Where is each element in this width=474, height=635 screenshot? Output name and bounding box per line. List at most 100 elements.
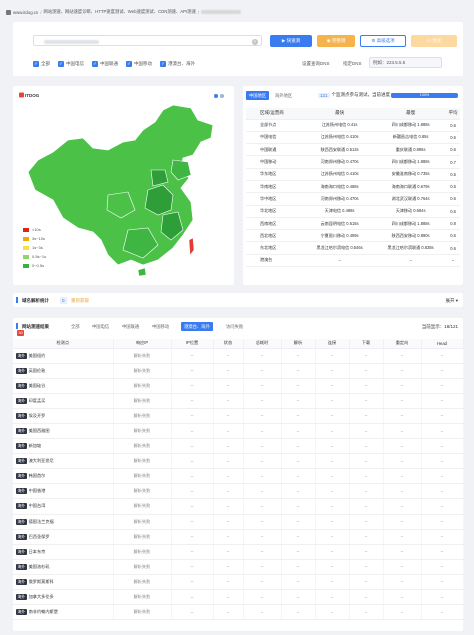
results-tab-mobile[interactable]: 中国移动 bbox=[149, 322, 172, 331]
table-row[interactable]: 海外 中国台湾 解析失败 -- -- -- -- -- -- -- -- bbox=[13, 498, 464, 515]
table-cell: -- bbox=[383, 529, 422, 545]
column-header: 区域/运营商 bbox=[246, 108, 305, 120]
table-row[interactable]: 海外 俄罗斯莫斯科 解析失败 -- -- -- -- -- -- -- -- bbox=[13, 574, 464, 591]
filter-unicom[interactable]: ✓ 中国联通 bbox=[92, 61, 118, 67]
table-row[interactable]: 海外 日本东京 解析失败 -- -- -- -- -- -- -- -- bbox=[13, 544, 464, 560]
node-name: 澳大利亚悉尼 bbox=[28, 458, 54, 464]
tab-china[interactable]: 中国地区 bbox=[246, 91, 270, 100]
node-cell: 海外 印度孟买 bbox=[13, 393, 114, 409]
legend-item: 0~0.5s bbox=[23, 261, 46, 270]
taiwan-region[interactable] bbox=[188, 237, 195, 256]
table-cell: 0.5 bbox=[446, 168, 460, 181]
expand-button[interactable]: 展开 ▾ bbox=[445, 298, 458, 304]
results-tab-telecom[interactable]: 中国电信 bbox=[89, 322, 112, 331]
breadcrumb-home[interactable]: www.itdog.cn bbox=[13, 10, 38, 15]
table-row[interactable]: 海外 新加坡 解析失败 -- -- -- -- -- -- -- -- bbox=[13, 438, 464, 455]
table-row[interactable]: 海外 美国硅谷 解析失败 -- -- -- -- -- -- -- -- bbox=[13, 378, 464, 394]
complete-test-button[interactable]: ◉ 完整测 bbox=[317, 35, 355, 47]
china-speed-map[interactable] bbox=[23, 100, 228, 280]
table-row[interactable]: 海外 加拿大多伦多 解析失败 -- -- -- -- -- -- -- -- bbox=[13, 589, 464, 606]
response-ip-cell: 解析失败 bbox=[113, 514, 172, 530]
legend-item: 1s~3s bbox=[23, 243, 46, 252]
legend-item: 3s~10s bbox=[23, 234, 46, 243]
table-row[interactable]: 海外 英国伦敦 解析失败 -- -- -- -- -- -- -- -- bbox=[13, 363, 464, 379]
tab-overseas[interactable]: 海外地区 bbox=[272, 91, 295, 100]
legend-item: >10s bbox=[23, 225, 46, 234]
map-mode-toggle[interactable] bbox=[212, 94, 224, 98]
table-cell: -- bbox=[349, 468, 384, 485]
node-name: 韩国首尔 bbox=[28, 473, 46, 479]
breadcrumb-current[interactable]: 网站测速、网站速度诊断、HTTP速度测试、Web速度测试、CDN测速、API测速 bbox=[44, 9, 196, 15]
table-cell: -- bbox=[213, 574, 244, 591]
table-row[interactable]: 海外 德国法兰克福 解析失败 -- -- -- -- -- -- -- -- bbox=[13, 514, 464, 530]
filter-all[interactable]: ✓ 全部 bbox=[33, 61, 50, 67]
response-ip-cell: 解析失败 bbox=[113, 363, 172, 379]
table-cell: -- bbox=[315, 408, 350, 424]
response-ip-cell: 解析失败 bbox=[113, 589, 172, 606]
dns-stats-bar[interactable]: 域名解析统计 0 重新获取 展开 ▾ bbox=[13, 293, 463, 307]
node-name: 南非约翰内斯堡 bbox=[28, 609, 58, 615]
clear-icon[interactable]: × bbox=[252, 38, 258, 45]
results-tab-all[interactable]: 全部 bbox=[68, 322, 83, 331]
filter-mobile[interactable]: ✓ 中国移动 bbox=[126, 61, 152, 67]
table-cell: -- bbox=[171, 498, 214, 515]
filter-overseas[interactable]: ✓ 港澳台、海外 bbox=[160, 61, 195, 67]
node-cell: 海外 俄罗斯莫斯科 bbox=[13, 574, 114, 591]
table-cell: -- bbox=[243, 559, 282, 575]
hainan-region[interactable] bbox=[137, 267, 147, 277]
table-cell: -- bbox=[281, 483, 316, 500]
table-cell: -- bbox=[171, 408, 214, 424]
table-row[interactable]: 海外 中国香港 解析失败 -- -- -- -- -- -- -- -- bbox=[13, 483, 464, 500]
table-cell: -- bbox=[315, 363, 350, 379]
results-tab-failed[interactable]: 访问失败 bbox=[223, 322, 246, 331]
column-header: 平均 bbox=[446, 108, 460, 120]
node-name: 中国台湾 bbox=[28, 503, 46, 509]
table-cell: 中国电信 bbox=[246, 131, 305, 145]
table-row[interactable]: 海外 埃及开罗 解析失败 -- -- -- -- -- -- -- -- bbox=[13, 408, 464, 424]
results-tab-overseas[interactable]: 港澳台、海外 bbox=[181, 322, 213, 331]
advanced-options-button[interactable]: ⚙ 高级选项 bbox=[360, 35, 406, 47]
dns-specify-label: 指定DNS bbox=[343, 61, 362, 66]
legend-label: 0~0.5s bbox=[32, 263, 45, 268]
url-input[interactable]: × bbox=[33, 35, 262, 46]
table-row[interactable]: 海外 南非约翰内斯堡 解析失败 -- -- -- -- -- -- -- -- bbox=[13, 604, 464, 621]
table-cell: -- bbox=[421, 514, 464, 530]
response-ip-cell: 解析失败 bbox=[113, 468, 172, 485]
search-panel: × ▶ 快速测 ◉ 完整测 ⚙ 高级选项 AI 优化 ✓ 全部 ✓ 中国电信 ✓ 中国… bbox=[13, 22, 463, 76]
table-row[interactable]: 海外 美国洛杉矶 解析失败 -- -- -- -- -- -- -- -- bbox=[13, 559, 464, 575]
column-header[interactable]: 状态 bbox=[213, 339, 244, 349]
table-row[interactable]: 海外 巴西圣保罗 解析失败 -- -- -- -- -- -- -- -- bbox=[13, 529, 464, 545]
column-header[interactable]: 总耗时 bbox=[243, 339, 282, 349]
column-header[interactable]: 连接 bbox=[315, 339, 350, 349]
table-cell: -- bbox=[213, 363, 244, 379]
column-header[interactable]: 解析 bbox=[281, 339, 316, 349]
table-cell: 0.6 bbox=[446, 241, 460, 255]
map-legend: >10s 3s~10s 1s~3s 0.5s~1s 0~0.5s bbox=[23, 225, 46, 270]
quick-test-button[interactable]: ▶ 快速测 bbox=[270, 35, 312, 47]
dns-refetch-link[interactable]: 重新获取 bbox=[71, 297, 89, 304]
table-cell: -- bbox=[315, 574, 350, 591]
ai-optimize-button[interactable]: AI 优化 bbox=[411, 35, 457, 47]
filter-telecom[interactable]: ✓ 中国电信 bbox=[58, 61, 84, 67]
table-row[interactable]: 海外 印度孟买 解析失败 -- -- -- -- -- -- -- -- bbox=[13, 393, 464, 409]
table-row[interactable]: 海外 美国纽约 解析失败 -- -- -- -- -- -- -- -- bbox=[13, 348, 464, 364]
results-tab-unicom[interactable]: 中国联通 bbox=[119, 322, 142, 331]
column-header[interactable]: 检测点 bbox=[13, 339, 114, 349]
column-header[interactable]: 重定向 bbox=[383, 339, 422, 349]
table-cell: -- bbox=[383, 363, 422, 379]
table-cell: -- bbox=[315, 438, 350, 455]
table-row[interactable]: 海外 韩国首尔 解析失败 -- -- -- -- -- -- -- -- bbox=[13, 468, 464, 485]
column-header[interactable]: 响应IP bbox=[113, 339, 172, 349]
table-cell: -- bbox=[349, 498, 384, 515]
response-ip-cell: 解析失败 bbox=[113, 393, 172, 409]
table-cell: -- bbox=[171, 483, 214, 500]
response-ip-cell: 解析失败 bbox=[113, 348, 172, 364]
column-header[interactable]: IP位置 bbox=[171, 339, 214, 349]
table-row[interactable]: 海外 澳大利亚悉尼 解析失败 -- -- -- -- -- -- -- -- bbox=[13, 453, 464, 470]
mainland-region[interactable] bbox=[27, 104, 214, 266]
column-header[interactable]: Head bbox=[421, 339, 464, 349]
column-header[interactable]: 下载 bbox=[349, 339, 384, 349]
table-cell: -- bbox=[349, 589, 384, 606]
table-row[interactable]: 海外 美国西雅图 解析失败 -- -- -- -- -- -- -- -- bbox=[13, 423, 464, 440]
dns-input[interactable]: 例如：223.5.5.5 bbox=[369, 57, 442, 68]
